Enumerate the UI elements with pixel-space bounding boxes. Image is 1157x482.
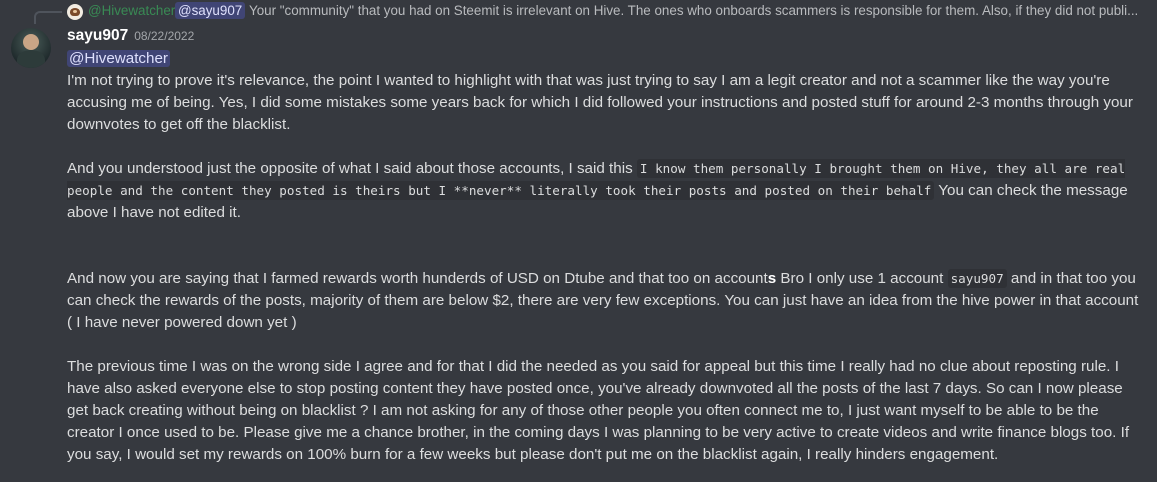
paragraph-2: And you understood just the opposite of … [67,158,1147,224]
paragraph-3-mid: Bro I only use 1 account [776,270,948,287]
paragraph-2-text: And you understood just the opposite of … [67,160,637,177]
message-content: @Hivewatcher I'm not trying to prove it'… [67,48,1147,466]
mention-line: @Hivewatcher [67,48,1147,70]
reply-author-name[interactable]: @Hivewatcher [88,3,175,18]
user-mention[interactable]: @Hivewatcher [67,50,170,67]
paragraph-3: And now you are saying that I farmed rew… [67,268,1147,334]
reply-preview[interactable]: @Hivewatcher @sayu907 Your "community" t… [0,0,1157,24]
bold-text: s [767,270,777,287]
inline-code-account: sayu907 [947,269,1007,288]
paragraph-4: The previous time I was on the wrong sid… [67,358,1130,463]
reply-text[interactable]: Your "community" that you had on Steemit… [249,3,1149,18]
message-header: sayu907 08/22/2022 [67,27,194,45]
reply-connector [34,11,62,24]
paragraph-3-text: And now you are saying that I farmed rew… [67,270,768,287]
user-avatar[interactable] [11,28,51,68]
reply-author-avatar[interactable] [67,4,83,20]
username[interactable]: sayu907 [67,27,128,45]
reply-mention[interactable]: @sayu907 [175,2,246,19]
paragraph-1: I'm not trying to prove it's relevance, … [67,72,1133,133]
timestamp: 08/22/2022 [134,29,195,43]
